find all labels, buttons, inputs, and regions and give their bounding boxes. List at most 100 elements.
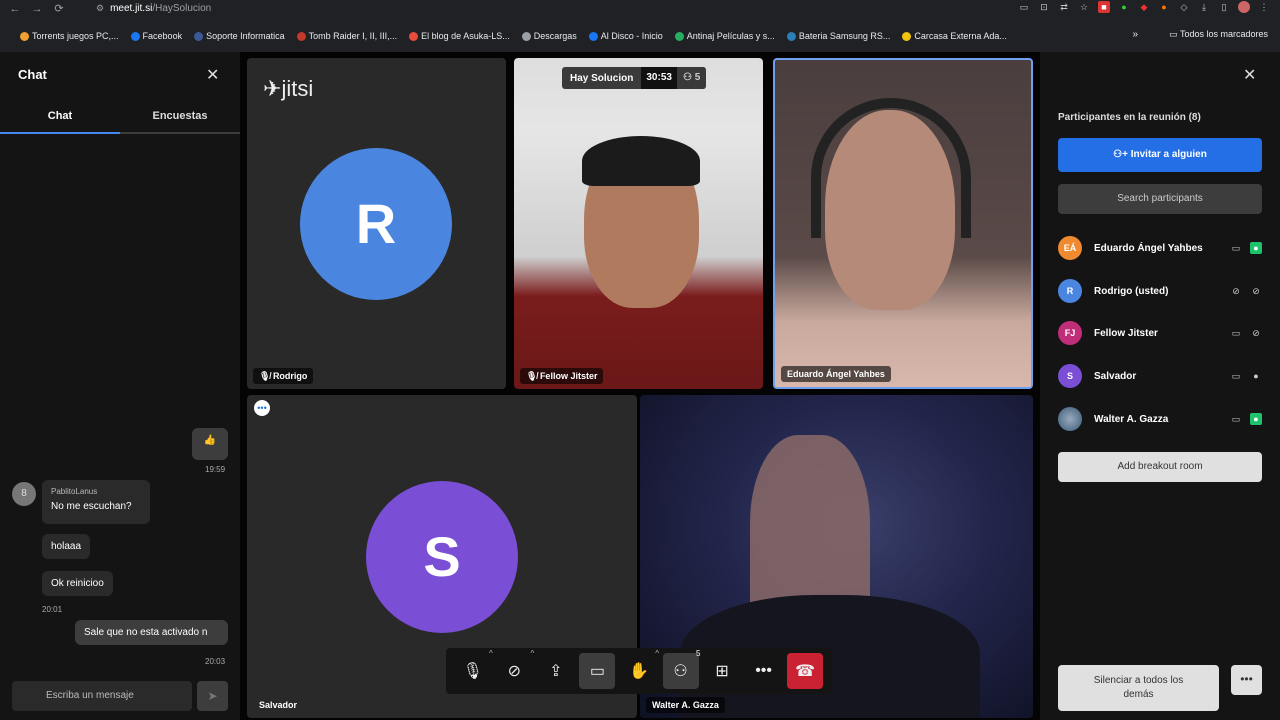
bookmark-item[interactable]: Bateria Samsung RS... bbox=[786, 31, 891, 41]
extension-shield-icon[interactable]: ◆ bbox=[1138, 1, 1150, 13]
sidebar-icon[interactable]: ▯ bbox=[1218, 1, 1230, 13]
tile-view-button[interactable]: ⊞ bbox=[704, 653, 740, 689]
video-feed-headphones bbox=[811, 98, 971, 238]
send-button[interactable]: ➤ bbox=[197, 681, 228, 711]
search-participants-input[interactable]: Search participants bbox=[1058, 184, 1262, 214]
mute-all-button[interactable]: Silenciar a todos los demás bbox=[1058, 665, 1219, 711]
room-name: Hay Solucion bbox=[570, 72, 634, 84]
participant-name: Walter A. Gazza bbox=[652, 700, 719, 710]
screenshot-icon[interactable]: ⊡ bbox=[1038, 1, 1050, 13]
participant-name: Walter A. Gazza bbox=[1094, 413, 1169, 425]
tile-eduardo-active-speaker[interactable]: Eduardo Ángel Yahbes bbox=[773, 58, 1033, 389]
mic-muted-button[interactable]: 🎙 ^ bbox=[455, 649, 493, 689]
participants-button[interactable]: ⚇ 5 bbox=[662, 649, 701, 689]
participant-row[interactable]: Walter A. Gazza ▭ ● bbox=[1058, 407, 1262, 431]
bookmark-item[interactable]: Soporte Informatica bbox=[194, 31, 285, 41]
translate-icon[interactable]: ⇄ bbox=[1058, 1, 1070, 13]
close-icon[interactable]: ✕ bbox=[206, 65, 219, 85]
tile-name-label: Walter A. Gazza bbox=[646, 697, 725, 713]
participant-row[interactable]: S Salvador ▭ ● bbox=[1058, 364, 1262, 388]
participant-name: Fellow Jitster bbox=[1094, 327, 1158, 339]
invite-label: Invitar a alguien bbox=[1130, 149, 1207, 160]
chat-button[interactable]: ▭ bbox=[579, 653, 616, 689]
participant-name: Salvador bbox=[259, 700, 298, 710]
tile-name-label: 🎙︎̸ Fellow Jitster bbox=[520, 368, 604, 384]
bookmark-label: Bateria Samsung RS... bbox=[798, 31, 891, 41]
share-screen-button[interactable]: ⇪ bbox=[538, 653, 574, 689]
extension-orange-icon[interactable]: ● bbox=[1158, 1, 1170, 13]
download-icon[interactable]: ⤓ bbox=[1198, 1, 1210, 13]
participant-name: Rodrigo bbox=[272, 371, 308, 381]
invite-button[interactable]: ⚇+ Invitar a alguien bbox=[1058, 138, 1262, 172]
bookmark-item[interactable]: El blog de Asuka-LS... bbox=[409, 31, 510, 41]
extension-red-icon[interactable]: ■ bbox=[1098, 1, 1110, 13]
bookmark-label: Facebook bbox=[142, 31, 183, 41]
chevron-up-icon[interactable]: ^ bbox=[655, 649, 659, 658]
tab-polls[interactable]: Encuestas bbox=[120, 102, 240, 134]
bookmark-item[interactable]: Carcasa Externa Ada... bbox=[902, 31, 1007, 41]
avatar: EÁ bbox=[1058, 236, 1082, 260]
bookmark-favicon-icon bbox=[902, 31, 912, 41]
profile-avatar[interactable] bbox=[1238, 1, 1250, 13]
participant-row[interactable]: EÁ Eduardo Ángel Yahbes ▭ ● bbox=[1058, 236, 1262, 260]
bookmark-favicon-icon bbox=[521, 31, 531, 41]
chevron-up-icon[interactable]: ^ bbox=[489, 649, 493, 658]
camera-off-button[interactable]: ⊘ ^ bbox=[496, 649, 535, 689]
bookmarks-overflow-icon[interactable]: » bbox=[1132, 29, 1138, 40]
more-actions-button[interactable]: ••• bbox=[746, 653, 782, 689]
browser-chrome: ← → ⟳ ⚙ meet.jit.si/HaySolucion ▭ ⊡ ⇄ ☆ … bbox=[0, 0, 1280, 52]
participants-panel: ✕ Participantes en la reunión (8) ⚇+ Inv… bbox=[1040, 52, 1280, 720]
camera-icon: ▭ bbox=[1231, 328, 1241, 338]
bookmarks-bar: Torrents juegos PC,... Facebook Soporte In… bbox=[0, 26, 1280, 46]
close-icon[interactable]: ✕ bbox=[1243, 65, 1256, 85]
browser-menu-icon[interactable]: ⋮ bbox=[1258, 1, 1270, 13]
reload-icon[interactable]: ⟳ bbox=[52, 2, 66, 16]
back-icon[interactable]: ← bbox=[8, 2, 22, 16]
add-breakout-room-button[interactable]: Add breakout room bbox=[1058, 452, 1262, 482]
tile-fellow-jitster[interactable]: 🎙︎̸ Fellow Jitster bbox=[514, 58, 763, 389]
participant-count: ⚇ 5 bbox=[676, 67, 707, 89]
url-path: /HaySolucion bbox=[152, 3, 212, 14]
bookmark-item[interactable]: Torrents juegos PC,... bbox=[20, 31, 119, 41]
leave-meeting-button[interactable]: ☎ bbox=[787, 653, 824, 689]
bookmark-label: Soporte Informatica bbox=[206, 31, 285, 41]
hang-up-icon: ☎ bbox=[795, 663, 816, 680]
extension-icons: ▭ ⊡ ⇄ ☆ ■ ● ◆ ● ◇ ⤓ ▯ ⋮ bbox=[1018, 1, 1270, 13]
bookmark-star-icon[interactable]: ☆ bbox=[1078, 1, 1090, 13]
bookmark-item[interactable]: Al Disco - Inicio bbox=[588, 31, 663, 41]
chevron-up-icon[interactable]: ^ bbox=[531, 649, 535, 658]
extensions-puzzle-icon[interactable]: ◇ bbox=[1178, 1, 1190, 13]
bookmark-favicon-icon bbox=[20, 31, 29, 41]
bookmark-item[interactable]: Antinaj Películas y s... bbox=[674, 31, 775, 41]
bookmark-label: Antinaj Películas y s... bbox=[686, 31, 775, 41]
participant-row[interactable]: R Rodrigo (usted) ⊘ ⊘ bbox=[1058, 279, 1262, 303]
mic-muted-icon: 🎙︎̸ bbox=[259, 371, 273, 381]
tile-rodrigo[interactable]: ✈jitsi R 🎙︎̸ Rodrigo bbox=[247, 58, 506, 389]
participants-title: Participantes en la reunión (8) bbox=[1058, 112, 1201, 123]
more-icon: ••• bbox=[755, 662, 772, 679]
more-options-button[interactable]: ••• bbox=[1231, 665, 1262, 695]
participant-row[interactable]: FJ Fellow Jitster ▭ ⊘ bbox=[1058, 321, 1262, 345]
bookmark-item[interactable]: Tomb Raider I, II, III,... bbox=[296, 31, 397, 41]
site-info-icon[interactable]: ⚙ bbox=[96, 1, 104, 16]
hand-icon: ✋ bbox=[628, 663, 649, 680]
sender-name: PablitoLanus bbox=[51, 487, 98, 496]
timestamp: 19:59 bbox=[205, 465, 226, 474]
avatar bbox=[1058, 407, 1082, 431]
address-bar[interactable]: ⚙ meet.jit.si/HaySolucion bbox=[96, 1, 896, 16]
cast-icon[interactable]: ▭ bbox=[1018, 1, 1030, 13]
bookmark-item[interactable]: Facebook bbox=[130, 31, 183, 41]
all-bookmarks-link[interactable]: ▭ Todos los marcadores bbox=[1169, 29, 1268, 40]
tile-name-label: 🎙︎̸ Rodrigo bbox=[253, 368, 314, 384]
mic-muted-icon: ⊘ bbox=[1252, 286, 1260, 296]
tab-chat[interactable]: Chat bbox=[0, 102, 120, 134]
bookmark-item[interactable]: Descargas bbox=[521, 31, 577, 41]
participant-name: Fellow Jitster bbox=[539, 371, 598, 381]
bookmark-favicon-icon bbox=[588, 31, 598, 41]
raise-hand-button[interactable]: ✋ ^ bbox=[621, 649, 659, 689]
extension-green-icon[interactable]: ● bbox=[1118, 1, 1130, 13]
chat-message-input[interactable]: Escriba un mensaje bbox=[12, 681, 192, 711]
mic-muted-icon: 🎙︎̸ bbox=[526, 371, 540, 381]
camera-off-icon: ⊘ bbox=[507, 663, 522, 680]
forward-icon[interactable]: → bbox=[30, 2, 44, 16]
